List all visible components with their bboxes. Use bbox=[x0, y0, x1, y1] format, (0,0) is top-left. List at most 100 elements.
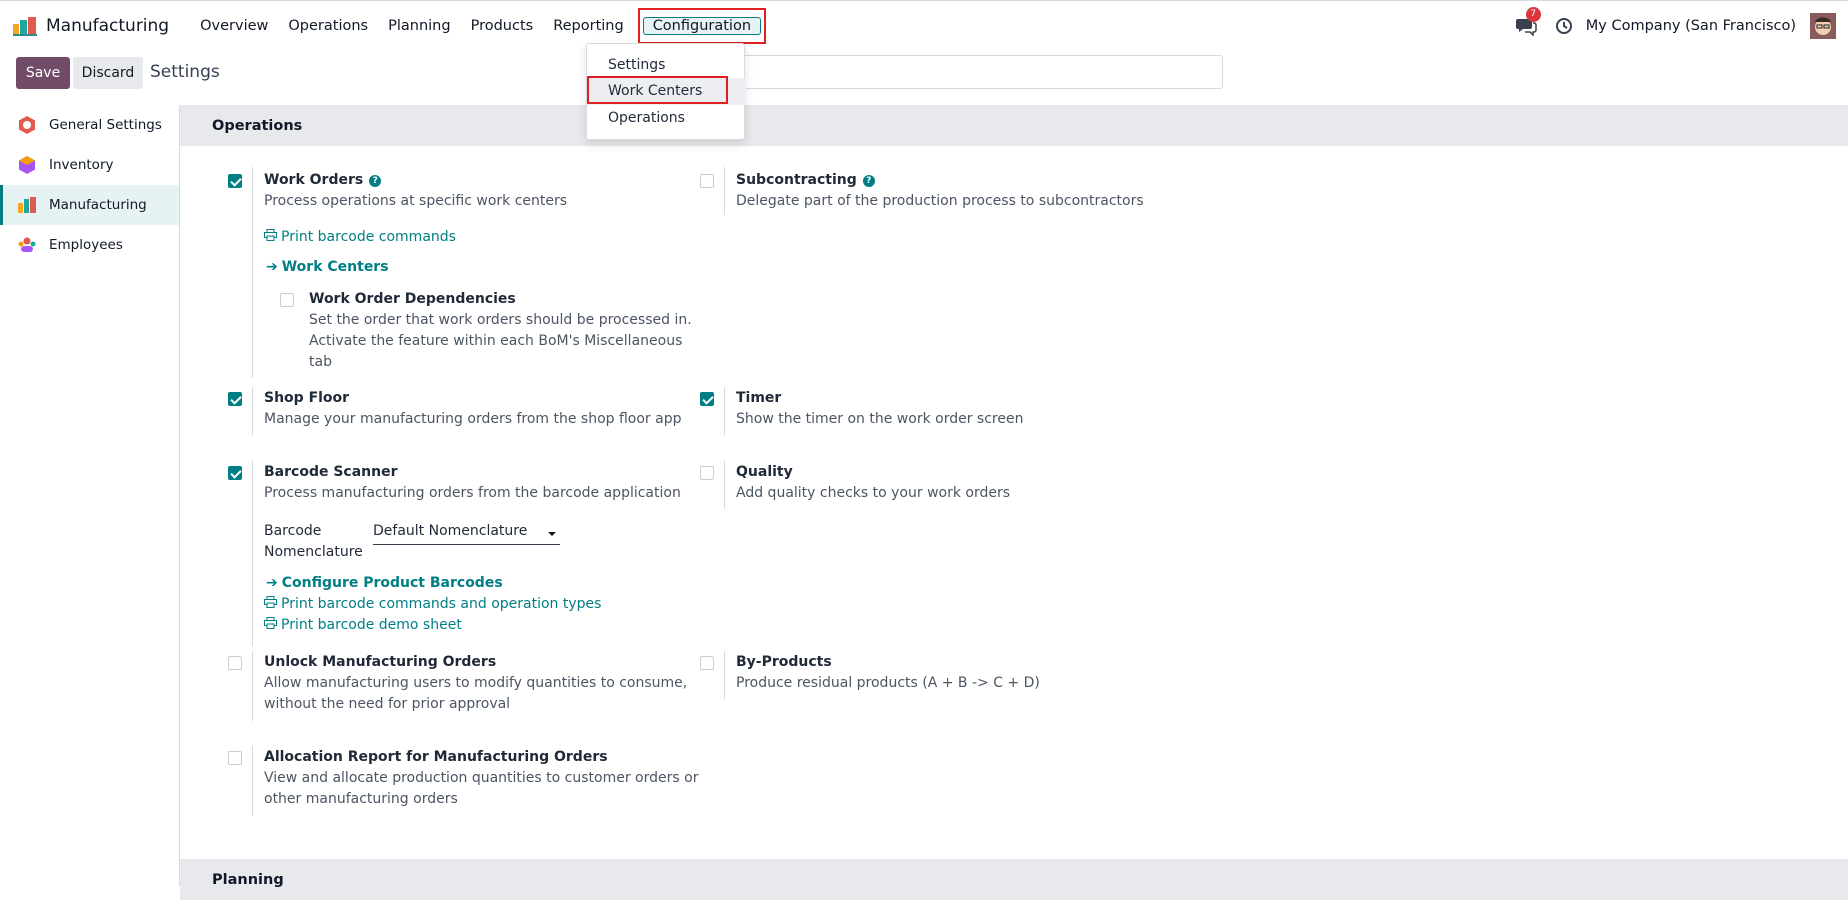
by-products-checkbox[interactable] bbox=[700, 656, 714, 670]
inventory-icon bbox=[19, 156, 35, 174]
sidebar-item-label: Inventory bbox=[49, 157, 114, 173]
work-orders-title: Work Orders? bbox=[264, 172, 382, 188]
work-centers-highlight bbox=[587, 76, 728, 104]
discard-button[interactable]: Discard bbox=[73, 57, 143, 89]
sidebar-item-inventory[interactable]: Inventory bbox=[0, 145, 179, 185]
menu-planning[interactable]: Planning bbox=[378, 12, 460, 40]
allocation-desc: View and allocate production quantities … bbox=[264, 768, 698, 810]
save-button[interactable]: Save bbox=[16, 57, 70, 89]
desc-line: tab bbox=[309, 354, 332, 370]
label-line: Barcode bbox=[264, 523, 322, 539]
caret-down-icon bbox=[548, 532, 556, 536]
wo-dependencies-checkbox[interactable] bbox=[280, 293, 294, 307]
section-planning-header: Planning bbox=[180, 859, 1848, 900]
messages-icon[interactable]: 7 bbox=[1515, 7, 1541, 37]
app-name: Manufacturing bbox=[46, 15, 170, 36]
wo-dependencies-title: Work Order Dependencies bbox=[309, 291, 516, 307]
avatar-face-icon bbox=[1810, 13, 1836, 39]
timer-checkbox[interactable] bbox=[700, 392, 714, 406]
work-orders-checkbox[interactable] bbox=[228, 174, 242, 188]
top-navbar: Manufacturing Overview Operations Planni… bbox=[0, 0, 1848, 50]
barcode-nomenclature-select[interactable]: Default Nomenclature bbox=[373, 523, 560, 545]
manufacturing-app-icon bbox=[13, 16, 37, 36]
print-demo-sheet-link[interactable]: Print barcode demo sheet bbox=[264, 617, 462, 633]
main-menu: Overview Operations Planning Products Re… bbox=[190, 7, 767, 44]
systray: 7 My Company (San Francisco) bbox=[1515, 1, 1848, 51]
divider bbox=[252, 746, 253, 816]
company-switcher[interactable]: My Company (San Francisco) bbox=[1586, 18, 1796, 34]
settings-sidebar: General Settings Inventory Manufacturing… bbox=[0, 105, 180, 886]
quality-desc: Add quality checks to your work orders bbox=[736, 485, 1011, 501]
quality-checkbox[interactable] bbox=[700, 466, 714, 480]
app-brand[interactable]: Manufacturing bbox=[12, 15, 169, 37]
sidebar-item-label: General Settings bbox=[49, 117, 162, 133]
configure-product-barcodes-link[interactable]: ➔ Configure Product Barcodes bbox=[266, 575, 503, 591]
employees-icon bbox=[18, 237, 36, 252]
arrow-right-icon: ➔ bbox=[266, 259, 278, 275]
allocation-checkbox[interactable] bbox=[228, 751, 242, 765]
work-orders-desc: Process operations at specific work cent… bbox=[264, 193, 568, 209]
subcontracting-desc: Delegate part of the production process … bbox=[736, 193, 1144, 209]
section-operations-header: Operations bbox=[180, 105, 1848, 146]
shop-floor-desc: Manage your manufacturing orders from th… bbox=[264, 411, 682, 427]
configuration-highlight: Configuration bbox=[637, 7, 767, 44]
wo-dependencies-desc: Set the order that work orders should be… bbox=[309, 310, 692, 373]
sidebar-item-label: Employees bbox=[49, 237, 123, 253]
print-barcode-commands-link[interactable]: Print barcode commands bbox=[264, 229, 456, 245]
menu-overview[interactable]: Overview bbox=[190, 12, 278, 40]
menu-operations[interactable]: Operations bbox=[278, 12, 378, 40]
subcontracting-title: Subcontracting? bbox=[736, 172, 875, 188]
settings-search-input[interactable] bbox=[735, 55, 1223, 89]
menu-configuration[interactable]: Configuration bbox=[642, 16, 762, 35]
sidebar-item-employees[interactable]: Employees bbox=[0, 225, 179, 265]
desc-line: Allow manufacturing users to modify quan… bbox=[264, 675, 688, 691]
timer-title: Timer bbox=[736, 390, 782, 406]
unlock-mo-checkbox[interactable] bbox=[228, 656, 242, 670]
desc-line: without the need for prior approval bbox=[264, 696, 511, 712]
divider bbox=[724, 387, 725, 435]
menu-reporting[interactable]: Reporting bbox=[543, 12, 634, 40]
allocation-title: Allocation Report for Manufacturing Orde… bbox=[264, 749, 608, 765]
divider bbox=[252, 387, 253, 435]
sidebar-item-manufacturing[interactable]: Manufacturing bbox=[0, 185, 179, 225]
notification-badge: 7 bbox=[1525, 7, 1541, 22]
barcode-scanner-desc: Process manufacturing orders from the ba… bbox=[264, 485, 681, 501]
label-line: Nomenclature bbox=[264, 544, 363, 560]
desc-line: Activate the feature within each BoM's M… bbox=[309, 333, 683, 349]
sidebar-item-label: Manufacturing bbox=[49, 197, 147, 213]
barcode-scanner-title: Barcode Scanner bbox=[264, 464, 398, 480]
barcode-scanner-checkbox[interactable] bbox=[228, 466, 242, 480]
arrow-right-icon: ➔ bbox=[266, 575, 278, 591]
printer-icon bbox=[264, 617, 277, 629]
help-icon[interactable]: ? bbox=[862, 175, 875, 187]
dropdown-item-settings[interactable]: Settings bbox=[587, 52, 746, 79]
settings-content: Operations Work Orders? Process operatio… bbox=[180, 105, 1848, 900]
shop-floor-title: Shop Floor bbox=[264, 390, 350, 406]
printer-icon bbox=[264, 596, 277, 608]
menu-products[interactable]: Products bbox=[461, 12, 544, 40]
by-products-title: By-Products bbox=[736, 654, 832, 670]
unlock-mo-desc: Allow manufacturing users to modify quan… bbox=[264, 673, 687, 715]
quality-title: Quality bbox=[736, 464, 793, 480]
printer-icon bbox=[264, 229, 277, 241]
desc-line: other manufacturing orders bbox=[264, 791, 458, 807]
desc-line: View and allocate production quantities … bbox=[264, 770, 699, 786]
page-title: Settings bbox=[150, 62, 220, 82]
divider bbox=[252, 651, 253, 721]
work-centers-link[interactable]: ➔ Work Centers bbox=[266, 259, 389, 275]
subcontracting-checkbox[interactable] bbox=[700, 174, 714, 188]
barcode-nomenclature-label: Barcode Nomenclature bbox=[264, 521, 363, 563]
divider bbox=[724, 651, 725, 699]
dropdown-item-operations[interactable]: Operations bbox=[587, 105, 746, 132]
shop-floor-checkbox[interactable] bbox=[228, 392, 242, 406]
user-avatar[interactable] bbox=[1810, 13, 1836, 39]
manufacturing-icon bbox=[18, 197, 36, 213]
sidebar-item-general-settings[interactable]: General Settings bbox=[0, 105, 179, 145]
divider bbox=[252, 461, 253, 646]
select-value: Default Nomenclature bbox=[373, 523, 528, 539]
by-products-desc: Produce residual products (A + B -> C + … bbox=[736, 675, 1040, 691]
divider bbox=[252, 167, 253, 378]
activity-clock-icon[interactable] bbox=[1555, 17, 1573, 35]
help-icon[interactable]: ? bbox=[369, 175, 382, 187]
print-barcode-ops-link[interactable]: Print barcode commands and operation typ… bbox=[264, 596, 601, 612]
